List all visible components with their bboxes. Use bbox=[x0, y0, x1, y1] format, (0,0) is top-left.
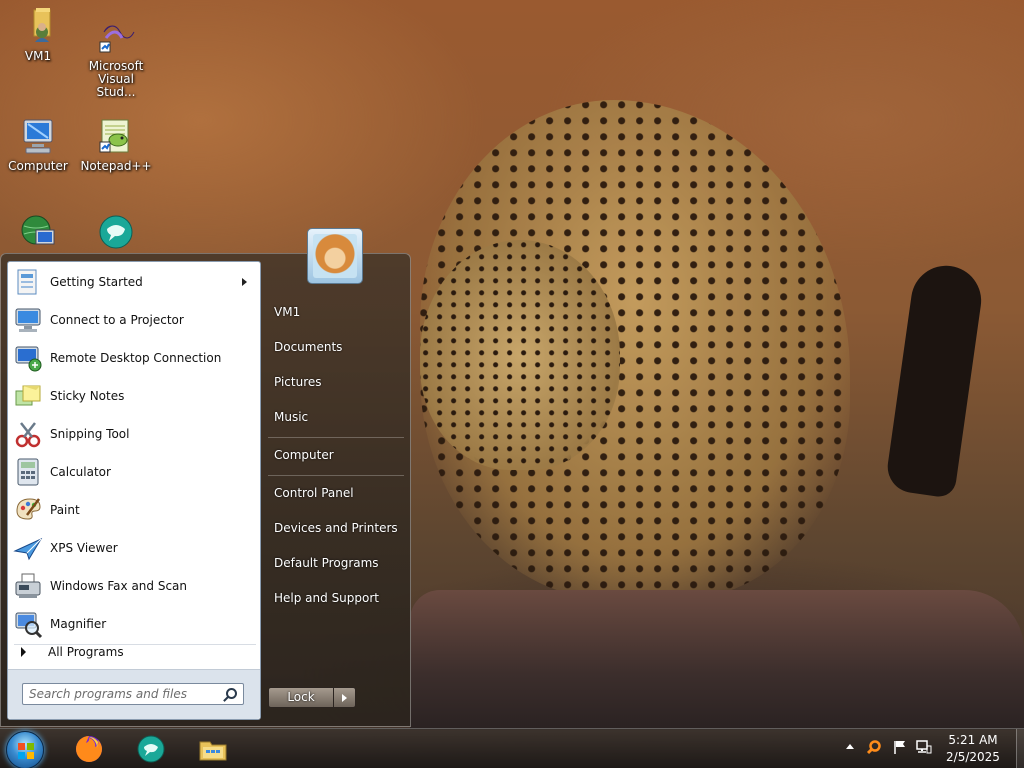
start-button[interactable] bbox=[6, 731, 44, 768]
clock-date: 2/5/2025 bbox=[946, 750, 1000, 764]
chat-bubble-icon bbox=[136, 734, 166, 764]
lock-button[interactable]: Lock bbox=[268, 687, 334, 708]
show-hidden-icons-button[interactable] bbox=[846, 744, 854, 749]
chevron-right-icon bbox=[21, 647, 26, 657]
desktop-icon-label: VM1 bbox=[24, 49, 52, 63]
remote-desktop-icon bbox=[13, 343, 43, 373]
getting-started-icon bbox=[13, 267, 43, 297]
taskbar-app-chat[interactable] bbox=[122, 731, 178, 767]
desktop-icon-computer[interactable]: Computer bbox=[0, 116, 76, 173]
start-item-label: Calculator bbox=[50, 465, 111, 479]
user-folder-icon bbox=[18, 6, 58, 46]
start-item-label: Snipping Tool bbox=[50, 427, 130, 441]
network-status-icon[interactable] bbox=[916, 739, 932, 755]
action-center-flag-icon[interactable] bbox=[892, 739, 908, 755]
start-item-label: Magnifier bbox=[50, 617, 107, 631]
fax-scan-icon bbox=[13, 571, 43, 601]
start-item-fax-and-scan[interactable]: Windows Fax and Scan bbox=[11, 568, 257, 604]
show-desktop-button[interactable] bbox=[1016, 729, 1024, 768]
projector-icon bbox=[13, 305, 43, 335]
start-item-getting-started[interactable]: Getting Started bbox=[11, 264, 257, 300]
start-search-area: Search programs and files bbox=[8, 669, 260, 719]
start-item-snipping-tool[interactable]: Snipping Tool bbox=[11, 416, 257, 452]
start-item-label: Getting Started bbox=[50, 275, 143, 289]
sticky-notes-icon bbox=[13, 381, 43, 411]
start-right-item-pictures[interactable]: Pictures bbox=[268, 367, 404, 397]
desktop-icon-label: Computer bbox=[8, 159, 68, 173]
user-picture[interactable] bbox=[307, 228, 363, 284]
visual-studio-icon bbox=[96, 16, 136, 56]
paint-icon bbox=[13, 495, 43, 525]
start-item-remote-desktop[interactable]: Remote Desktop Connection bbox=[11, 340, 257, 376]
chat-bubble-icon bbox=[96, 212, 136, 252]
start-right-item-documents[interactable]: Documents bbox=[268, 332, 404, 362]
desktop-icon-network[interactable] bbox=[0, 212, 76, 256]
start-item-label: Connect to a Projector bbox=[50, 313, 184, 327]
firefox-icon bbox=[74, 734, 104, 764]
start-right-item-vm1[interactable]: VM1 bbox=[268, 297, 404, 327]
start-item-connect-to-projector[interactable]: Connect to a Projector bbox=[11, 302, 257, 338]
desktop-icon-notepad-plus-plus[interactable]: Notepad++ bbox=[78, 116, 154, 173]
start-item-magnifier[interactable]: Magnifier bbox=[11, 606, 257, 642]
notepad-plus-plus-icon bbox=[96, 116, 136, 156]
desktop-icon-visual-studio[interactable]: Microsoft Visual Stud... bbox=[78, 16, 154, 99]
all-programs-label: All Programs bbox=[48, 645, 124, 659]
wallpaper-leopard-tail bbox=[884, 261, 986, 499]
separator bbox=[268, 475, 404, 476]
network-icon bbox=[18, 212, 58, 252]
start-right-label: Control Panel bbox=[274, 486, 354, 500]
start-right-label: Documents bbox=[274, 340, 343, 354]
start-right-item-computer[interactable]: Computer bbox=[268, 440, 404, 470]
start-item-xps-viewer[interactable]: XPS Viewer bbox=[11, 530, 257, 566]
start-item-label: Windows Fax and Scan bbox=[50, 579, 188, 593]
start-item-paint[interactable]: Paint bbox=[11, 492, 257, 528]
start-item-label: Sticky Notes bbox=[50, 389, 125, 403]
start-right-label: Help and Support bbox=[274, 591, 379, 605]
desktop-icon-label: Microsoft Visual Stud... bbox=[88, 59, 144, 99]
taskbar-app-firefox[interactable] bbox=[60, 731, 116, 767]
file-explorer-icon bbox=[198, 734, 228, 764]
computer-icon bbox=[18, 116, 58, 156]
wallpaper-leopard-head bbox=[420, 240, 620, 470]
user-picture-dog-icon bbox=[313, 234, 357, 278]
start-item-calculator[interactable]: Calculator bbox=[11, 454, 257, 490]
tray-search-icon[interactable] bbox=[866, 739, 882, 755]
start-right-label: VM1 bbox=[274, 305, 301, 319]
shutdown-options-arrow-button[interactable] bbox=[334, 687, 356, 708]
desktop-icon-label: Notepad++ bbox=[80, 159, 152, 173]
start-right-label: Music bbox=[274, 410, 309, 424]
desktop-icon-chat[interactable] bbox=[78, 212, 154, 256]
start-right-label: Computer bbox=[274, 448, 334, 462]
clock-time: 5:21 AM bbox=[948, 733, 998, 747]
start-right-label: Pictures bbox=[274, 375, 322, 389]
search-placeholder: Search programs and files bbox=[29, 687, 187, 701]
start-right-item-default-programs[interactable]: Default Programs bbox=[268, 548, 404, 578]
lock-label: Lock bbox=[287, 690, 315, 704]
start-item-label: Remote Desktop Connection bbox=[50, 351, 222, 365]
submenu-arrow-icon bbox=[242, 278, 247, 286]
separator bbox=[268, 437, 404, 438]
windows-logo-icon bbox=[18, 743, 34, 759]
start-right-item-music[interactable]: Music bbox=[268, 402, 404, 432]
start-right-item-devices-and-printers[interactable]: Devices and Printers bbox=[268, 513, 404, 543]
xps-viewer-icon bbox=[13, 533, 43, 563]
taskbar-app-file-explorer[interactable] bbox=[184, 731, 240, 767]
search-icon[interactable] bbox=[226, 688, 237, 699]
calculator-icon bbox=[13, 457, 43, 487]
magnifier-icon bbox=[13, 609, 43, 639]
wallpaper-rock bbox=[410, 590, 1024, 730]
search-input[interactable]: Search programs and files bbox=[22, 683, 244, 705]
start-menu-programs-pane: Getting Started Connect to a Projector R… bbox=[7, 261, 261, 720]
start-right-item-help-and-support[interactable]: Help and Support bbox=[268, 583, 404, 613]
start-item-label: Paint bbox=[50, 503, 80, 517]
start-item-label: XPS Viewer bbox=[50, 541, 118, 555]
start-right-label: Default Programs bbox=[274, 556, 379, 570]
desktop-icon-vm1[interactable]: VM1 bbox=[0, 6, 76, 63]
start-right-item-control-panel[interactable]: Control Panel bbox=[268, 478, 404, 508]
start-item-sticky-notes[interactable]: Sticky Notes bbox=[11, 378, 257, 414]
start-right-label: Devices and Printers bbox=[274, 521, 398, 535]
all-programs-button[interactable]: All Programs bbox=[16, 645, 124, 659]
taskbar-clock[interactable]: 5:21 AM 2/5/2025 bbox=[934, 732, 1012, 766]
snipping-tool-icon bbox=[13, 419, 43, 449]
